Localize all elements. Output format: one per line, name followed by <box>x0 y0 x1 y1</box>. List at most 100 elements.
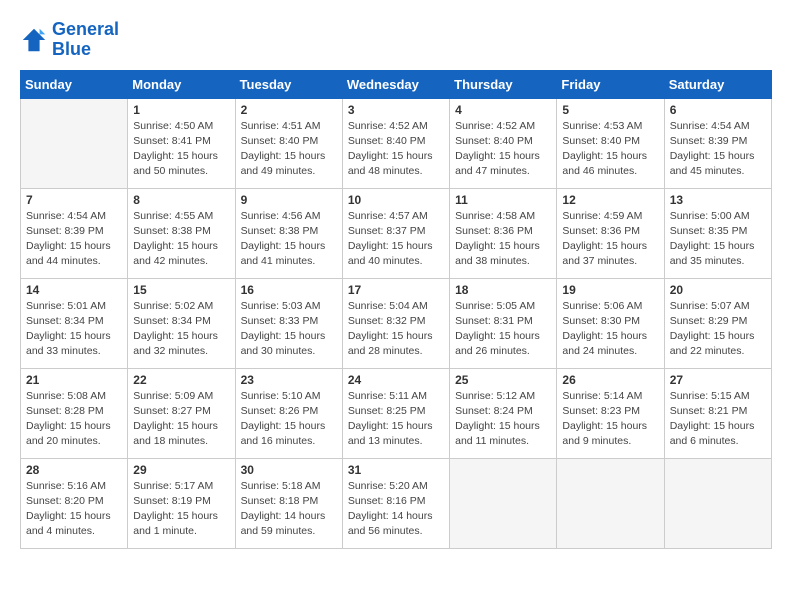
calendar-cell: 27 Sunrise: 5:15 AM Sunset: 8:21 PM Dayli… <box>664 368 771 458</box>
day-info: Sunrise: 5:14 AM Sunset: 8:23 PM Dayligh… <box>562 389 658 450</box>
calendar-cell: 23Sunrise: 5:10 AM Sunset: 8:26 PM Dayli… <box>235 368 342 458</box>
day-header-monday: Monday <box>128 70 235 98</box>
day-number: 2 <box>241 103 337 117</box>
calendar-cell: 9 Sunrise: 4:56 AM Sunset: 8:38 PM Daylig… <box>235 188 342 278</box>
calendar-cell: 6 Sunrise: 4:54 AM Sunset: 8:39 PM Daylig… <box>664 98 771 188</box>
day-info: Sunrise: 4:58 AM Sunset: 8:36 PM Dayligh… <box>455 209 551 270</box>
day-number: 15 <box>133 283 229 297</box>
day-info: Sunrise: 4:51 AM Sunset: 8:40 PM Dayligh… <box>241 119 337 180</box>
calendar-cell: 24 Sunrise: 5:11 AM Sunset: 8:25 PM Dayli… <box>342 368 449 458</box>
calendar-cell: 14Sunrise: 5:01 AM Sunset: 8:34 PM Dayli… <box>21 278 128 368</box>
logo-text: General Blue <box>52 20 119 60</box>
day-info: Sunrise: 5:10 AM Sunset: 8:26 PM Dayligh… <box>241 389 337 450</box>
calendar-cell: 4 Sunrise: 4:52 AM Sunset: 8:40 PM Daylig… <box>450 98 557 188</box>
day-info: Sunrise: 4:52 AM Sunset: 8:40 PM Dayligh… <box>455 119 551 180</box>
day-number: 24 <box>348 373 444 387</box>
day-info: Sunrise: 4:55 AM Sunset: 8:38 PM Dayligh… <box>133 209 229 270</box>
day-info: Sunrise: 4:57 AM Sunset: 8:37 PM Dayligh… <box>348 209 444 270</box>
day-number: 14 <box>26 283 122 297</box>
day-info: Sunrise: 4:50 AM Sunset: 8:41 PM Dayligh… <box>133 119 229 180</box>
logo-icon <box>20 26 48 54</box>
day-header-thursday: Thursday <box>450 70 557 98</box>
logo: General Blue <box>20 20 119 60</box>
calendar-cell <box>664 458 771 548</box>
day-info: Sunrise: 4:54 AM Sunset: 8:39 PM Dayligh… <box>26 209 122 270</box>
day-info: Sunrise: 5:12 AM Sunset: 8:24 PM Dayligh… <box>455 389 551 450</box>
calendar-cell: 1 Sunrise: 4:50 AM Sunset: 8:41 PM Daylig… <box>128 98 235 188</box>
calendar-cell: 26 Sunrise: 5:14 AM Sunset: 8:23 PM Dayli… <box>557 368 664 458</box>
calendar-cell: 13 Sunrise: 5:00 AM Sunset: 8:35 PM Dayli… <box>664 188 771 278</box>
calendar-cell <box>21 98 128 188</box>
day-number: 22 <box>133 373 229 387</box>
day-header-tuesday: Tuesday <box>235 70 342 98</box>
day-number: 1 <box>133 103 229 117</box>
day-info: Sunrise: 5:04 AM Sunset: 8:32 PM Dayligh… <box>348 299 444 360</box>
day-number: 11 <box>455 193 551 207</box>
calendar-cell: 7 Sunrise: 4:54 AM Sunset: 8:39 PM Daylig… <box>21 188 128 278</box>
day-info: Sunrise: 5:16 AM Sunset: 8:20 PM Dayligh… <box>26 479 122 540</box>
calendar-cell: 2 Sunrise: 4:51 AM Sunset: 8:40 PM Daylig… <box>235 98 342 188</box>
day-number: 12 <box>562 193 658 207</box>
day-info: Sunrise: 5:20 AM Sunset: 8:16 PM Dayligh… <box>348 479 444 540</box>
calendar-cell: 18 Sunrise: 5:05 AM Sunset: 8:31 PM Dayli… <box>450 278 557 368</box>
day-number: 8 <box>133 193 229 207</box>
day-number: 30 <box>241 463 337 477</box>
day-info: Sunrise: 4:56 AM Sunset: 8:38 PM Dayligh… <box>241 209 337 270</box>
calendar-cell <box>557 458 664 548</box>
day-number: 13 <box>670 193 766 207</box>
day-number: 5 <box>562 103 658 117</box>
day-number: 4 <box>455 103 551 117</box>
day-info: Sunrise: 5:17 AM Sunset: 8:19 PM Dayligh… <box>133 479 229 540</box>
day-header-friday: Friday <box>557 70 664 98</box>
calendar-cell: 21 Sunrise: 5:08 AM Sunset: 8:28 PM Dayli… <box>21 368 128 458</box>
calendar-cell <box>450 458 557 548</box>
day-info: Sunrise: 5:18 AM Sunset: 8:18 PM Dayligh… <box>241 479 337 540</box>
day-info: Sunrise: 5:00 AM Sunset: 8:35 PM Dayligh… <box>670 209 766 270</box>
day-info: Sunrise: 5:05 AM Sunset: 8:31 PM Dayligh… <box>455 299 551 360</box>
day-number: 26 <box>562 373 658 387</box>
day-number: 31 <box>348 463 444 477</box>
day-info: Sunrise: 5:07 AM Sunset: 8:29 PM Dayligh… <box>670 299 766 360</box>
day-number: 21 <box>26 373 122 387</box>
day-number: 20 <box>670 283 766 297</box>
day-info: Sunrise: 5:02 AM Sunset: 8:34 PM Dayligh… <box>133 299 229 360</box>
day-number: 27 <box>670 373 766 387</box>
day-info: Sunrise: 5:09 AM Sunset: 8:27 PM Dayligh… <box>133 389 229 450</box>
day-number: 10 <box>348 193 444 207</box>
calendar-cell: 3 Sunrise: 4:52 AM Sunset: 8:40 PM Daylig… <box>342 98 449 188</box>
day-number: 16 <box>241 283 337 297</box>
day-info: Sunrise: 5:08 AM Sunset: 8:28 PM Dayligh… <box>26 389 122 450</box>
day-info: Sunrise: 4:52 AM Sunset: 8:40 PM Dayligh… <box>348 119 444 180</box>
calendar-cell: 31 Sunrise: 5:20 AM Sunset: 8:16 PM Dayli… <box>342 458 449 548</box>
day-info: Sunrise: 5:06 AM Sunset: 8:30 PM Dayligh… <box>562 299 658 360</box>
calendar-cell: 25 Sunrise: 5:12 AM Sunset: 8:24 PM Dayli… <box>450 368 557 458</box>
day-number: 9 <box>241 193 337 207</box>
calendar-cell: 12Sunrise: 4:59 AM Sunset: 8:36 PM Dayli… <box>557 188 664 278</box>
page-header: General Blue <box>20 20 772 60</box>
calendar-cell: 30 Sunrise: 5:18 AM Sunset: 8:18 PM Dayli… <box>235 458 342 548</box>
day-info: Sunrise: 5:03 AM Sunset: 8:33 PM Dayligh… <box>241 299 337 360</box>
calendar-table: SundayMondayTuesdayWednesdayThursdayFrid… <box>20 70 772 549</box>
day-info: Sunrise: 5:15 AM Sunset: 8:21 PM Dayligh… <box>670 389 766 450</box>
day-number: 3 <box>348 103 444 117</box>
day-number: 28 <box>26 463 122 477</box>
day-number: 19 <box>562 283 658 297</box>
calendar-cell: 22 Sunrise: 5:09 AM Sunset: 8:27 PM Dayli… <box>128 368 235 458</box>
calendar-cell: 5 Sunrise: 4:53 AM Sunset: 8:40 PM Daylig… <box>557 98 664 188</box>
calendar-cell: 8 Sunrise: 4:55 AM Sunset: 8:38 PM Daylig… <box>128 188 235 278</box>
calendar-cell: 20 Sunrise: 5:07 AM Sunset: 8:29 PM Dayli… <box>664 278 771 368</box>
day-number: 6 <box>670 103 766 117</box>
day-info: Sunrise: 4:53 AM Sunset: 8:40 PM Dayligh… <box>562 119 658 180</box>
calendar-cell: 19 Sunrise: 5:06 AM Sunset: 8:30 PM Dayli… <box>557 278 664 368</box>
day-number: 25 <box>455 373 551 387</box>
day-header-wednesday: Wednesday <box>342 70 449 98</box>
day-info: Sunrise: 4:54 AM Sunset: 8:39 PM Dayligh… <box>670 119 766 180</box>
calendar-cell: 29Sunrise: 5:17 AM Sunset: 8:19 PM Dayli… <box>128 458 235 548</box>
calendar-cell: 10 Sunrise: 4:57 AM Sunset: 8:37 PM Dayli… <box>342 188 449 278</box>
day-info: Sunrise: 5:11 AM Sunset: 8:25 PM Dayligh… <box>348 389 444 450</box>
day-number: 7 <box>26 193 122 207</box>
calendar-cell: 17Sunrise: 5:04 AM Sunset: 8:32 PM Dayli… <box>342 278 449 368</box>
calendar-cell: 16 Sunrise: 5:03 AM Sunset: 8:33 PM Dayli… <box>235 278 342 368</box>
calendar-cell: 15 Sunrise: 5:02 AM Sunset: 8:34 PM Dayli… <box>128 278 235 368</box>
day-number: 18 <box>455 283 551 297</box>
